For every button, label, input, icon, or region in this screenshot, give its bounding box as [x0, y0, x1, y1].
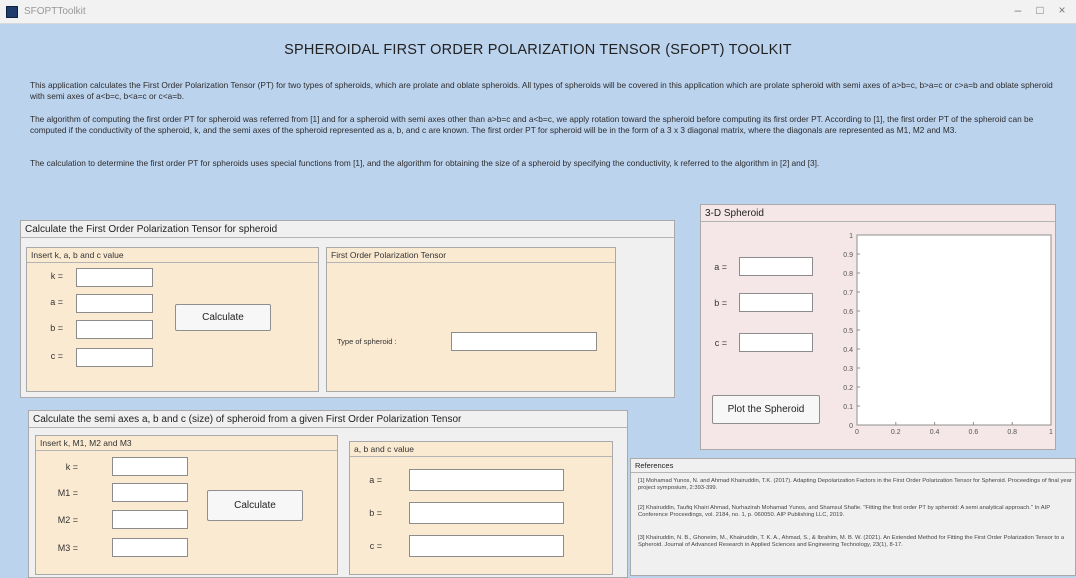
minimize-icon[interactable]: –	[1008, 3, 1028, 17]
pt-result-group: First Order Polarization Tensor Type of …	[326, 247, 616, 392]
plot-a-input[interactable]	[739, 257, 813, 276]
y-tick-label: 0.6	[843, 309, 853, 316]
reference-2: [2] Khairuddin, Taufiq Khairi Ahmad, Nur…	[638, 505, 1050, 519]
y-tick-label: 0.8	[843, 271, 853, 278]
y-tick-label: 0.1	[843, 404, 853, 411]
window-titlebar: SFOPTToolkit – □ ×	[0, 0, 1076, 24]
size-result-group: a, b and c value a = b = c =	[349, 441, 613, 575]
window-title: SFOPTToolkit	[24, 6, 86, 17]
y-tick-label: 0.2	[843, 385, 853, 392]
c-input[interactable]	[76, 348, 153, 367]
m3-input[interactable]	[112, 538, 188, 557]
a-label: a =	[50, 297, 63, 307]
x-tick-label: 0.2	[891, 429, 901, 435]
x-tick-label: 0.8	[1007, 429, 1017, 435]
result-a-field[interactable]	[409, 469, 564, 491]
calc-pt-panel-title: Calculate the First Order Polarization T…	[21, 221, 674, 238]
y-tick-label: 0.3	[843, 366, 853, 373]
calc-size-input-group-title: Insert k, M1, M2 and M3	[36, 436, 337, 451]
calc-pt-input-group: Insert k, a, b and c value k = a = b = c…	[26, 247, 319, 392]
spheroid-panel-title: 3-D Spheroid	[701, 205, 1055, 222]
plot-b-input[interactable]	[739, 293, 813, 312]
description-paragraph-3: The calculation to determine the first o…	[30, 158, 820, 168]
reference-3: [3] Khairuddin, N. B., Ghoneim, M., Khai…	[638, 535, 1065, 549]
y-tick-label: 0.9	[843, 252, 853, 259]
size-k-label: k =	[65, 462, 78, 472]
description-paragraph-1: This application calculates the First Or…	[30, 80, 1053, 101]
result-c-label: c =	[369, 541, 382, 551]
y-tick-label: 0.7	[843, 290, 853, 297]
m2-input[interactable]	[112, 510, 188, 529]
calculate-pt-button[interactable]: Calculate	[175, 304, 271, 331]
calc-pt-panel: Calculate the First Order Polarization T…	[20, 220, 675, 398]
plot-c-input[interactable]	[739, 333, 813, 352]
b-input[interactable]	[76, 320, 153, 339]
spheroid-panel: 3-D Spheroid a = b = c = Plot the Sphero…	[700, 204, 1056, 450]
size-k-input[interactable]	[112, 457, 188, 476]
result-c-field[interactable]	[409, 535, 564, 557]
x-tick-label: 0	[855, 429, 859, 435]
calculate-size-button[interactable]: Calculate	[207, 490, 303, 521]
app-icon	[6, 6, 18, 18]
spheroid-plot-axes[interactable]: 0 0.1 0.2 0.3 0.4 0.5 0.6 0.7 0.8 0.9 1 0 0.2 0.4 0.6 0…	[831, 229, 1055, 435]
references-title: References	[631, 459, 1075, 473]
c-label: c =	[50, 351, 63, 361]
plot-area[interactable]	[856, 234, 1052, 426]
y-tick-label: 0.4	[843, 347, 853, 354]
m3-label: M3 =	[57, 543, 78, 553]
calc-pt-input-group-title: Insert k, a, b and c value	[27, 248, 318, 263]
y-tick-label: 1	[849, 233, 853, 240]
page-title: SPHEROIDAL FIRST ORDER POLARIZATION TENS…	[284, 42, 792, 58]
y-tick-label: 0	[849, 423, 853, 430]
b-label: b =	[50, 323, 63, 333]
x-tick-label: 0.6	[969, 429, 979, 435]
result-b-label: b =	[369, 508, 382, 518]
spheroid-type-label: Type of spheroid :	[337, 337, 397, 346]
x-tick-label: 0.4	[930, 429, 940, 435]
maximize-icon[interactable]: □	[1030, 3, 1050, 17]
plot-b-label: b =	[714, 298, 727, 308]
k-label: k =	[50, 271, 63, 281]
result-a-label: a =	[369, 475, 382, 485]
close-icon[interactable]: ×	[1052, 3, 1072, 17]
m1-label: M1 =	[57, 488, 78, 498]
references-panel: References [1] Mohamad Yunos, N. and Ahm…	[630, 458, 1076, 576]
result-b-field[interactable]	[409, 502, 564, 524]
x-tick-label: 1	[1049, 429, 1053, 435]
size-result-group-title: a, b and c value	[350, 442, 612, 457]
y-tick-label: 0.5	[843, 328, 853, 335]
calc-size-input-group: Insert k, M1, M2 and M3 k = M1 = M2 = M3…	[35, 435, 338, 575]
calc-size-panel-title: Calculate the semi axes a, b and c (size…	[29, 411, 627, 428]
description-paragraph-2: The algorithm of computing the first ord…	[30, 114, 1034, 135]
plot-c-label: c =	[714, 338, 727, 348]
reference-1: [1] Mohamad Yunos, N. and Ahmad Khairudd…	[638, 478, 1072, 492]
pt-result-group-title: First Order Polarization Tensor	[327, 248, 615, 263]
a-input[interactable]	[76, 294, 153, 313]
k-input[interactable]	[76, 268, 153, 287]
plot-a-label: a =	[714, 262, 727, 272]
spheroid-type-field[interactable]	[451, 332, 597, 351]
m2-label: M2 =	[57, 515, 78, 525]
plot-spheroid-button[interactable]: Plot the Spheroid	[712, 395, 820, 424]
m1-input[interactable]	[112, 483, 188, 502]
calc-size-panel: Calculate the semi axes a, b and c (size…	[28, 410, 628, 578]
